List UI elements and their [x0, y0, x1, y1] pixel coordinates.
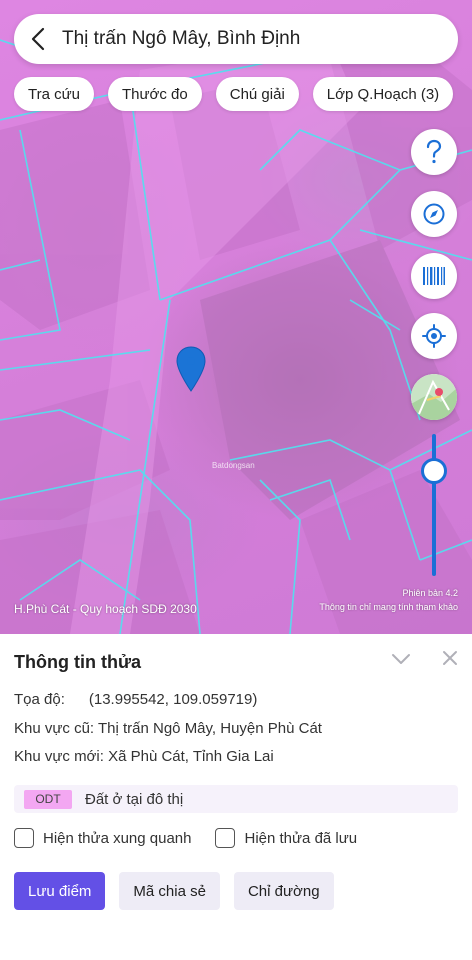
- checkbox-label: Hiện thửa đã lưu: [244, 829, 358, 847]
- map-tool-chips: Tra cứu Thước đo Chú giải Lớp Q.Hoạch (3…: [14, 77, 454, 111]
- old-area-value: Thị trấn Ngô Mây, Huyện Phù Cát: [97, 720, 322, 737]
- old-area-label: Khu vực cũ:: [14, 720, 95, 737]
- parcel-info-panel: Thông tin thửa Tọa độ: (13.995542, 109.05…: [0, 634, 472, 960]
- save-point-button[interactable]: Lưu điểm: [14, 872, 106, 910]
- chip-ruler[interactable]: Thước đo: [108, 77, 202, 111]
- directions-button[interactable]: Chỉ đường: [233, 872, 334, 910]
- planning-source-label: H.Phù Cát - Quy hoạch SDĐ 2030: [14, 602, 197, 616]
- barcode-icon: [423, 267, 445, 285]
- question-icon: [426, 139, 442, 164]
- zoom-slider-track[interactable]: [432, 434, 436, 576]
- close-icon[interactable]: [440, 648, 460, 668]
- new-area-value: Xã Phù Cát, Tỉnh Gia Lai: [108, 748, 274, 765]
- compass-icon: [423, 203, 445, 225]
- barcode-button[interactable]: [411, 253, 457, 299]
- chevron-down-icon[interactable]: [390, 648, 412, 670]
- new-area-row: Khu vực mới: Xã Phù Cát, Tỉnh Gia Lai: [14, 748, 274, 765]
- panel-title: Thông tin thửa: [14, 652, 142, 672]
- basemap-layer-button[interactable]: [411, 374, 457, 420]
- map-thumbnail-icon: [411, 374, 457, 420]
- chip-planning-layers[interactable]: Lớp Q.Hoạch (3): [312, 77, 454, 111]
- chevron-left-icon: [31, 27, 45, 51]
- land-use-row: ODT Đất ở tại đô thị: [14, 785, 458, 813]
- my-location-button[interactable]: [411, 313, 457, 359]
- checkbox-box[interactable]: [14, 828, 34, 848]
- chip-legend[interactable]: Chú giải: [215, 77, 299, 111]
- crosshair-icon: [422, 324, 446, 348]
- help-button[interactable]: [411, 129, 457, 175]
- display-options: Hiện thửa xung quanh Hiện thửa đã lưu: [14, 828, 381, 848]
- checkbox-box[interactable]: [215, 828, 236, 848]
- coordinate-label: Tọa độ:: [14, 691, 65, 708]
- location-pin-icon[interactable]: [176, 346, 206, 392]
- old-area-row: Khu vực cũ: Thị trấn Ngô Mây, Huyện Phù …: [14, 720, 322, 737]
- share-code-button[interactable]: Mã chia sẻ: [119, 872, 220, 910]
- map-view[interactable]: Batdongsan Thị trấn Ngô Mây, Bình Định T…: [0, 0, 472, 634]
- land-use-description: Đất ở tại đô thị: [85, 790, 184, 808]
- compass-button[interactable]: [411, 191, 457, 237]
- show-nearby-parcels-checkbox[interactable]: Hiện thửa xung quanh: [14, 828, 191, 848]
- chip-lookup[interactable]: Tra cứu: [14, 77, 94, 111]
- back-button[interactable]: [14, 14, 62, 64]
- coordinate-row: Tọa độ: (13.995542, 109.059719): [14, 691, 257, 708]
- action-buttons: Lưu điểm Mã chia sẻ Chỉ đường: [14, 872, 334, 910]
- search-bar[interactable]: Thị trấn Ngô Mây, Bình Định: [14, 14, 458, 64]
- land-use-code-badge: ODT: [24, 789, 72, 809]
- svg-text:Batdongsan: Batdongsan: [212, 461, 255, 470]
- coordinate-value: (13.995542, 109.059719): [88, 691, 258, 708]
- show-saved-parcels-checkbox[interactable]: Hiện thửa đã lưu: [215, 828, 357, 848]
- disclaimer-label: Thông tin chỉ mang tính tham khảo: [319, 602, 458, 612]
- checkbox-label: Hiện thửa xung quanh: [43, 829, 192, 847]
- search-title[interactable]: Thị trấn Ngô Mây, Bình Định: [62, 28, 300, 50]
- new-area-label: Khu vực mới:: [14, 748, 104, 765]
- zoom-slider-thumb[interactable]: [421, 458, 447, 484]
- version-label: Phiên bản 4.2: [402, 588, 458, 598]
